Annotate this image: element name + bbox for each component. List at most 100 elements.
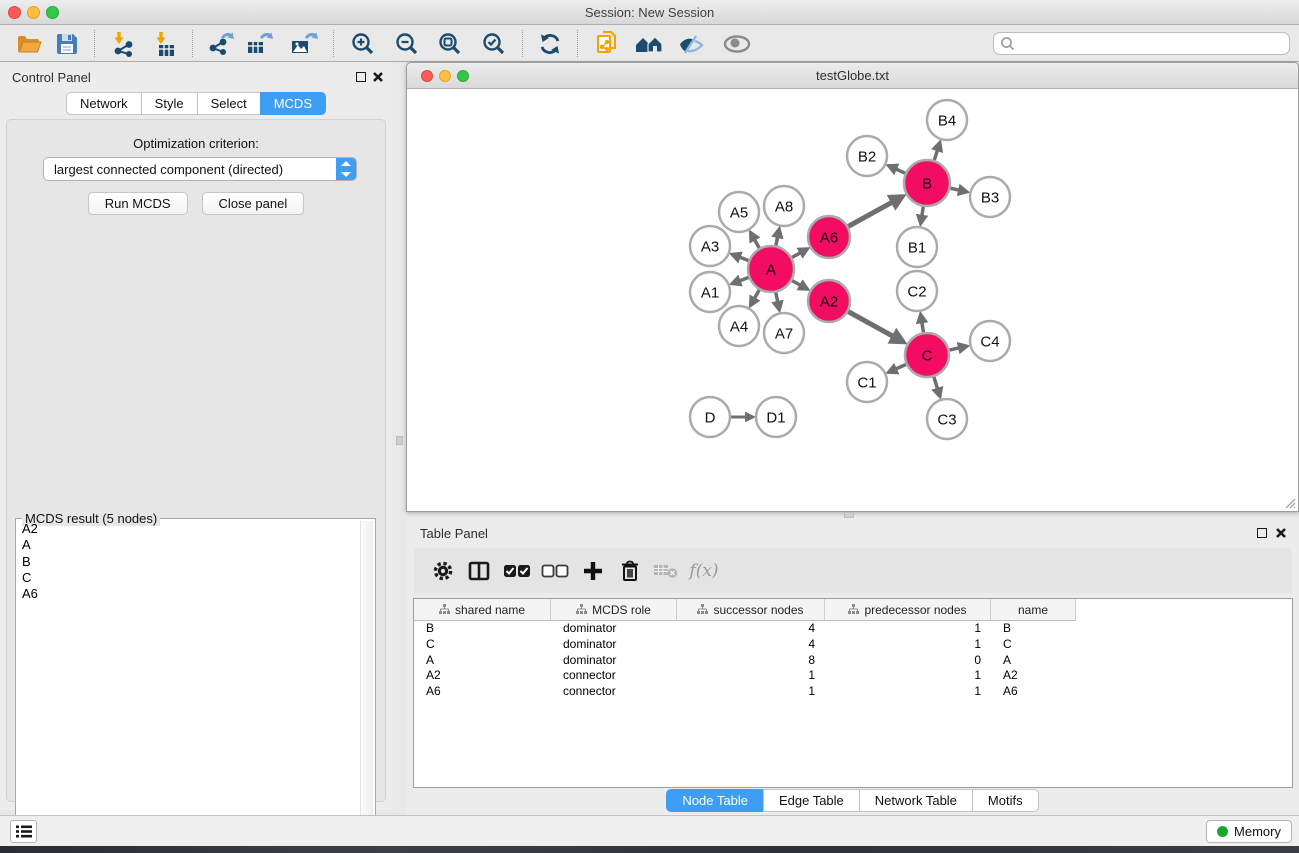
search-input[interactable] <box>1019 35 1283 52</box>
close-panel-button[interactable]: Close panel <box>202 192 305 215</box>
table-cell[interactable]: C <box>991 637 1076 653</box>
tab-mcds[interactable]: MCDS <box>260 92 326 115</box>
table-cell[interactable]: dominator <box>551 621 677 637</box>
table-cell[interactable]: A6 <box>991 684 1076 700</box>
table-row-A6[interactable]: A6connector11A6 <box>414 684 1292 700</box>
table-row-A[interactable]: Adominator80A <box>414 653 1292 669</box>
zoom-selected-icon[interactable] <box>477 27 511 60</box>
column-header-name[interactable]: name <box>991 599 1076 621</box>
graph-node-C4[interactable]: C4 <box>970 321 1010 361</box>
minimize-network-button[interactable] <box>439 70 451 82</box>
delete-column-icon[interactable] <box>613 554 647 587</box>
graph-node-A8[interactable]: A8 <box>764 186 804 226</box>
first-neighbors-icon[interactable] <box>632 27 666 60</box>
graph-node-A1[interactable]: A1 <box>690 272 730 312</box>
table-cell[interactable]: 1 <box>825 637 991 653</box>
zoom-window-button[interactable] <box>46 6 59 19</box>
graph-node-A7[interactable]: A7 <box>764 313 804 353</box>
graph-node-C2[interactable]: C2 <box>897 271 937 311</box>
table-cell[interactable]: dominator <box>551 637 677 653</box>
window-resize-grip[interactable] <box>1284 497 1296 509</box>
mcds-result-item[interactable]: C <box>18 570 373 586</box>
tab-node-table[interactable]: Node Table <box>666 789 764 812</box>
table-cell[interactable]: dominator <box>551 653 677 669</box>
graph-node-D1[interactable]: D1 <box>756 397 796 437</box>
graph-node-C3[interactable]: C3 <box>927 399 967 439</box>
mcds-result-item[interactable]: A6 <box>18 586 373 602</box>
open-session-icon[interactable] <box>12 27 46 60</box>
graph-node-C1[interactable]: C1 <box>847 362 887 402</box>
table-cell[interactable]: 1 <box>825 668 991 684</box>
zoom-network-button[interactable] <box>457 70 469 82</box>
table-cell[interactable]: 4 <box>677 621 825 637</box>
float-table-panel-icon[interactable] <box>1257 528 1267 538</box>
graph-node-B3[interactable]: B3 <box>970 177 1010 217</box>
graph-node-B4[interactable]: B4 <box>927 100 967 140</box>
table-cell[interactable]: 1 <box>825 621 991 637</box>
table-cell[interactable]: B <box>991 621 1076 637</box>
zoom-out-icon[interactable] <box>390 27 424 60</box>
table-cell[interactable]: C <box>414 637 551 653</box>
graph-node-D[interactable]: D <box>690 397 730 437</box>
run-mcds-button[interactable]: Run MCDS <box>88 192 188 215</box>
column-header-successor-nodes[interactable]: successor nodes <box>677 599 825 621</box>
export-image-icon[interactable] <box>287 27 321 60</box>
graph-node-A[interactable]: A <box>748 246 794 292</box>
task-history-button[interactable] <box>10 820 37 843</box>
export-network-icon[interactable] <box>204 27 238 60</box>
mcds-result-scrollbar[interactable] <box>360 521 373 849</box>
close-panel-icon[interactable] <box>372 71 384 83</box>
zoom-in-icon[interactable] <box>346 27 380 60</box>
table-row-C[interactable]: Cdominator41C <box>414 637 1292 653</box>
tab-style[interactable]: Style <box>141 92 198 115</box>
select-all-icon[interactable] <box>500 554 534 587</box>
close-network-button[interactable] <box>421 70 433 82</box>
table-cell[interactable]: 1 <box>677 684 825 700</box>
memory-button[interactable]: Memory <box>1206 820 1292 843</box>
graph-node-A4[interactable]: A4 <box>719 306 759 346</box>
tab-network-table[interactable]: Network Table <box>859 789 973 812</box>
deselect-all-icon[interactable] <box>538 554 572 587</box>
table-cell[interactable]: A <box>414 653 551 669</box>
zoom-fit-icon[interactable] <box>433 27 467 60</box>
import-network-icon[interactable] <box>106 27 140 60</box>
float-panel-icon[interactable] <box>356 72 366 82</box>
export-table-icon[interactable] <box>243 27 277 60</box>
table-cell[interactable]: B <box>414 621 551 637</box>
table-cell[interactable]: connector <box>551 684 677 700</box>
table-cell[interactable]: 4 <box>677 637 825 653</box>
refresh-icon[interactable] <box>533 27 567 60</box>
table-cell[interactable]: 8 <box>677 653 825 669</box>
graph-node-B[interactable]: B <box>904 160 950 206</box>
table-cell[interactable]: 1 <box>677 668 825 684</box>
save-session-icon[interactable] <box>50 27 84 60</box>
table-cell[interactable]: A2 <box>414 668 551 684</box>
preview-eye-icon[interactable] <box>720 27 754 60</box>
graph-node-B1[interactable]: B1 <box>897 227 937 267</box>
column-header-predecessor-nodes[interactable]: predecessor nodes <box>825 599 991 621</box>
tab-motifs[interactable]: Motifs <box>972 789 1039 812</box>
mcds-result-item[interactable]: B <box>18 554 373 570</box>
table-row-B[interactable]: Bdominator41B <box>414 621 1292 637</box>
add-column-icon[interactable] <box>576 554 610 587</box>
network-canvas[interactable]: B4B2BB3A8A5A6A3B1AA1C2A2A4A7C4CC1C3DD1 <box>407 89 1298 511</box>
column-visibility-icon[interactable] <box>462 554 496 587</box>
table-cell[interactable]: 0 <box>825 653 991 669</box>
optimization-criterion-dropdown[interactable]: largest connected component (directed) <box>43 157 357 181</box>
mcds-result-item[interactable]: A <box>18 537 373 553</box>
settings-gear-icon[interactable] <box>426 554 460 587</box>
import-table-icon[interactable] <box>148 27 182 60</box>
close-table-panel-icon[interactable] <box>1275 527 1287 539</box>
column-header-MCDS-role[interactable]: MCDS role <box>551 599 677 621</box>
graph-node-A2[interactable]: A2 <box>808 280 850 322</box>
column-header-shared-name[interactable]: shared name <box>414 599 551 621</box>
clone-network-icon[interactable] <box>591 27 625 60</box>
graph-node-A5[interactable]: A5 <box>719 192 759 232</box>
tab-network[interactable]: Network <box>66 92 142 115</box>
graph-node-B2[interactable]: B2 <box>847 136 887 176</box>
table-cell[interactable]: 1 <box>825 684 991 700</box>
graph-node-C[interactable]: C <box>905 333 949 377</box>
table-row-A2[interactable]: A2connector11A2 <box>414 668 1292 684</box>
table-cell[interactable]: A <box>991 653 1076 669</box>
search-field[interactable] <box>993 32 1290 55</box>
